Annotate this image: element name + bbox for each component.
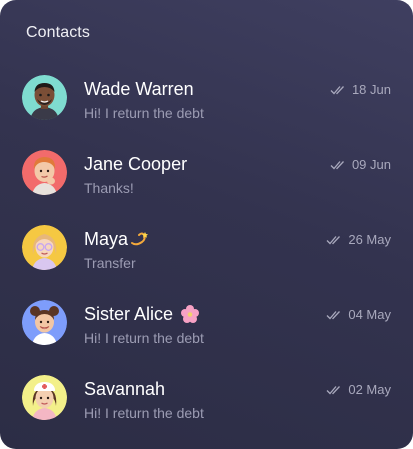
double-check-icon: [330, 85, 346, 95]
message-meta: 26 May: [326, 232, 391, 247]
contact-row-sister-alice[interactable]: Sister Alice Hi! I return the debt 04 Ma…: [0, 286, 413, 361]
avatar: [22, 300, 67, 345]
message-meta: 18 Jun: [330, 82, 391, 97]
avatar-memoji-nurse-icon: [22, 375, 67, 420]
avatar: [22, 75, 67, 120]
double-check-icon: [326, 310, 342, 320]
avatar-memoji-girl-buns-icon: [22, 300, 67, 345]
cherry-blossom-emoji-icon: [180, 304, 200, 324]
avatar: [22, 150, 67, 195]
contact-last-message: Hi! I return the debt: [84, 405, 204, 421]
message-date: 26 May: [348, 232, 391, 247]
avatar: [22, 225, 67, 270]
message-meta: 04 May: [326, 307, 391, 322]
contact-row-wade-warren[interactable]: Wade Warren Hi! I return the debt 18 Jun: [0, 61, 413, 136]
avatar-memoji-girl-glasses-icon: [22, 225, 67, 270]
contact-last-message: Hi! I return the debt: [84, 105, 204, 121]
message-date: 18 Jun: [351, 82, 391, 97]
contacts-list: Wade Warren Hi! I return the debt 18 Jun: [0, 61, 413, 436]
double-check-icon: [330, 160, 346, 170]
contact-name: Maya: [84, 229, 129, 249]
contact-name: Sister Alice: [84, 304, 174, 324]
message-date: 02 May: [348, 382, 391, 397]
double-check-icon: [326, 385, 342, 395]
contact-row-jane-cooper[interactable]: Jane Cooper Thanks! 09 Jun: [0, 136, 413, 211]
contact-name: Savannah: [84, 379, 166, 399]
contact-name: Jane Cooper: [84, 154, 188, 174]
contacts-title: Contacts: [26, 24, 90, 41]
contact-row-savannah[interactable]: Savannah Hi! I return the debt 02 May: [0, 361, 413, 436]
contact-name: Wade Warren: [84, 79, 194, 99]
avatar-memoji-woman-thinking-icon: [22, 150, 67, 195]
message-meta: 09 Jun: [330, 157, 391, 172]
message-meta: 02 May: [326, 382, 391, 397]
contact-row-maya[interactable]: Maya Transfer 26 May: [0, 211, 413, 286]
avatar: [22, 375, 67, 420]
message-date: 09 Jun: [351, 157, 391, 172]
message-date: 04 May: [348, 307, 391, 322]
contact-last-message: Hi! I return the debt: [84, 330, 204, 346]
contacts-card: Contacts Wade Warren Hi! I return the de…: [0, 0, 413, 449]
contact-last-message: Thanks!: [84, 180, 134, 196]
avatar-memoji-man-icon: [22, 75, 67, 120]
dizzy-emoji-icon: [130, 229, 150, 249]
contact-last-message: Transfer: [84, 255, 136, 271]
double-check-icon: [326, 235, 342, 245]
